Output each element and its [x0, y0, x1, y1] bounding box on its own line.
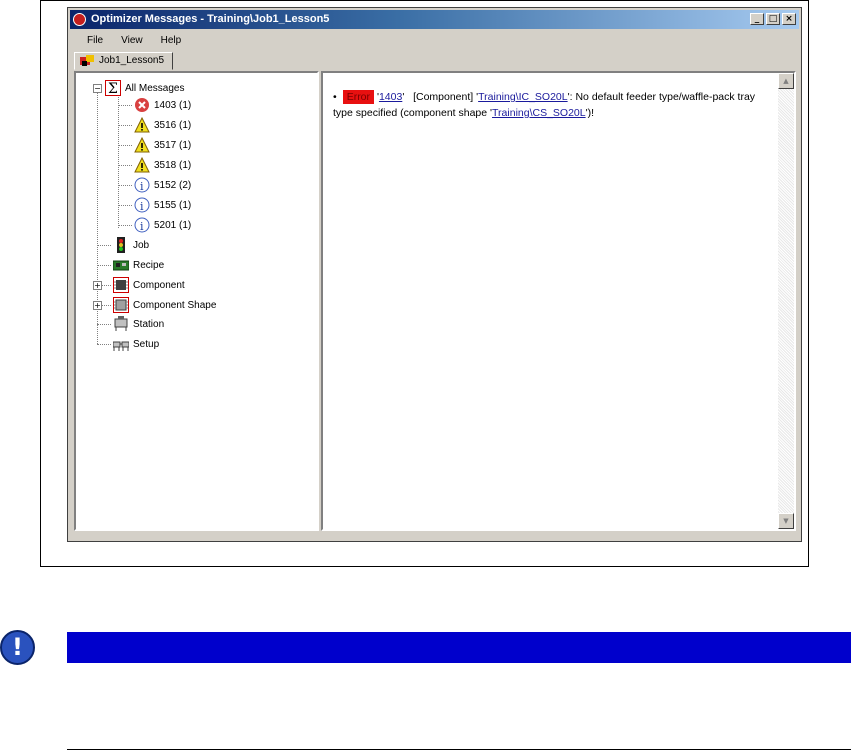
expand-component-shape-button[interactable]: +	[93, 301, 102, 310]
tree-label: 5201 (1)	[154, 219, 192, 231]
maximize-button[interactable]: □	[766, 13, 780, 25]
info-icon: i	[134, 197, 150, 213]
traffic-light-icon	[117, 237, 125, 253]
tree-label: All Messages	[125, 82, 185, 94]
tree-item-message[interactable]: i 5152 (2)	[134, 177, 191, 193]
menu-file[interactable]: File	[70, 35, 112, 46]
tree-item-job[interactable]: Job	[113, 237, 149, 253]
tree-label: 5152 (2)	[154, 179, 192, 191]
tree-line	[97, 344, 111, 345]
tree-label: Component Shape	[133, 299, 217, 311]
tree-item-station[interactable]: Station	[113, 316, 164, 332]
tree-item-recipe[interactable]: Recipe	[113, 257, 164, 273]
menu-bar: File View Help	[70, 31, 799, 49]
component-link[interactable]: Training\IC_SO20L	[478, 91, 568, 103]
divider	[67, 749, 851, 750]
svg-text:Σ: Σ	[108, 81, 118, 96]
circuit-board-icon	[113, 260, 129, 271]
tree-line	[118, 125, 132, 126]
tree-item-message[interactable]: i 5155 (1)	[134, 197, 191, 213]
warning-icon	[134, 157, 150, 173]
message-code-link[interactable]: 1403	[379, 91, 402, 103]
tree-line	[118, 225, 132, 226]
tab-label: Job1_Lesson5	[99, 55, 165, 66]
sigma-icon: Σ	[105, 80, 121, 96]
tree-item-all-messages[interactable]: Σ All Messages	[105, 80, 184, 96]
tree-label: Recipe	[133, 259, 165, 271]
message-tree-pane: − + + Σ All Messages 1403 (1) 3516 (1) 3…	[74, 71, 319, 531]
message-tail: ')!	[585, 107, 595, 119]
tree-item-message[interactable]: i 5201 (1)	[134, 217, 191, 233]
tree-item-message[interactable]: 3516 (1)	[134, 117, 191, 133]
vertical-scrollbar[interactable]: ▲ ▼	[778, 73, 794, 529]
tree-line	[97, 265, 111, 266]
optimizer-window: Optimizer Messages - Training\Job1_Lesso…	[67, 7, 802, 542]
tree-line	[118, 97, 119, 228]
error-icon	[135, 98, 149, 112]
message-entry: • Error '1403' [Component] 'Training\IC_S…	[333, 90, 756, 119]
tree-label: 3518 (1)	[154, 159, 192, 171]
tab-job1-lesson5[interactable]: Job1_Lesson5	[74, 52, 174, 70]
tree-item-component-shape[interactable]: Component Shape	[113, 297, 216, 313]
tree-item-message[interactable]: 1403 (1)	[134, 97, 191, 113]
tree-item-component[interactable]: Component	[113, 277, 185, 293]
tree-line	[118, 145, 132, 146]
exclamation-icon: !	[0, 630, 35, 665]
info-icon: i	[134, 217, 150, 233]
scroll-up-button[interactable]: ▲	[778, 73, 794, 89]
menu-view[interactable]: View	[112, 35, 152, 46]
tree-item-message[interactable]: 3517 (1)	[134, 137, 191, 153]
tree-label: 5155 (1)	[154, 199, 192, 211]
tree-label: Job	[133, 239, 150, 251]
tree-line	[118, 205, 132, 206]
info-icon: i	[134, 177, 150, 193]
tree-label: 1403 (1)	[154, 99, 192, 111]
svg-text:i: i	[140, 180, 144, 193]
tree-line	[97, 324, 111, 325]
tree-label: Station	[133, 318, 165, 330]
component-shape-link[interactable]: Training\CS_SO20L	[492, 107, 586, 119]
job-tab-icon	[80, 55, 94, 66]
severity-badge: Error	[342, 90, 375, 104]
message-detail-pane: • Error '1403' [Component] 'Training\IC_S…	[321, 71, 796, 531]
close-button[interactable]: ×	[782, 13, 796, 25]
app-icon	[73, 13, 86, 26]
message-category: [Component]	[413, 91, 474, 103]
tree-line	[118, 165, 132, 166]
svg-text:i: i	[140, 220, 144, 233]
note-header-bar	[67, 632, 851, 663]
station-icon	[114, 316, 128, 331]
bullet: •	[333, 91, 337, 103]
chip-shape-icon	[113, 297, 129, 313]
title-bar: Optimizer Messages - Training\Job1_Lesso…	[70, 10, 799, 29]
tree-label: Setup	[133, 338, 160, 350]
tree-line	[97, 245, 111, 246]
tree-label: Component	[133, 279, 185, 291]
menu-help[interactable]: Help	[152, 35, 191, 46]
tree-label: 3516 (1)	[154, 119, 192, 131]
minimize-button[interactable]: _	[750, 13, 764, 25]
tree-item-setup[interactable]: Setup	[113, 336, 159, 352]
window-controls: _ □ ×	[750, 13, 796, 25]
setup-icon	[113, 341, 129, 351]
tree-line	[118, 105, 132, 106]
chip-icon	[113, 277, 129, 293]
window-title: Optimizer Messages - Training\Job1_Lesso…	[91, 13, 330, 25]
tree-label: 3517 (1)	[154, 139, 192, 151]
tree-line	[118, 185, 132, 186]
scroll-down-button[interactable]: ▼	[778, 513, 794, 529]
svg-text:i: i	[140, 200, 144, 213]
expand-component-button[interactable]: +	[93, 281, 102, 290]
warning-icon	[134, 137, 150, 153]
tree-item-message[interactable]: 3518 (1)	[134, 157, 191, 173]
collapse-all-messages-button[interactable]: −	[93, 84, 102, 93]
warning-icon	[134, 117, 150, 133]
